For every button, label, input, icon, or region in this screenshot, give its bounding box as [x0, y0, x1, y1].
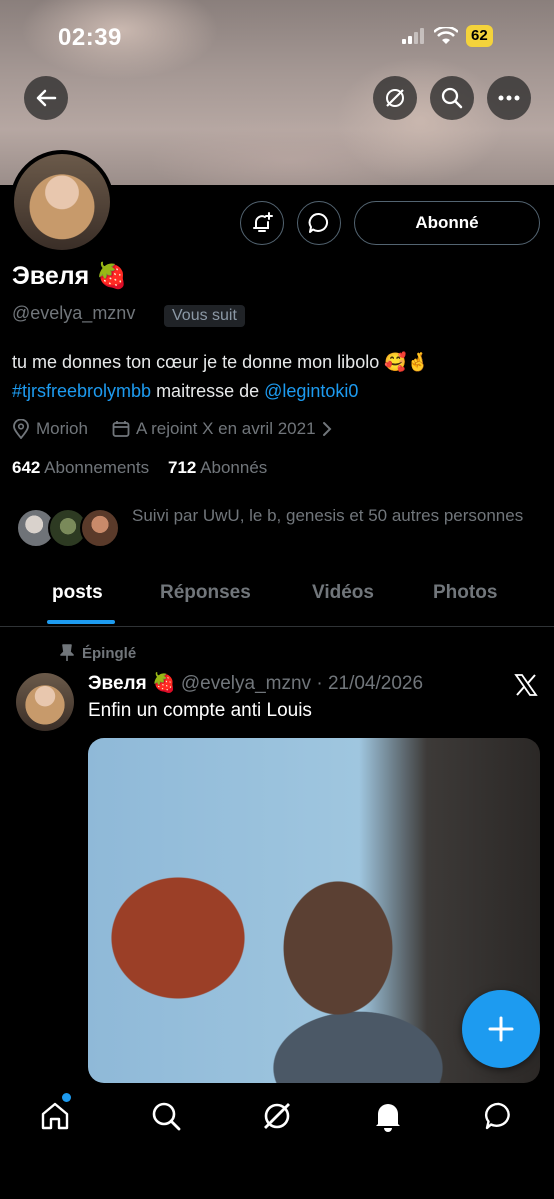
post-text: Enfin un compte anti Louis — [88, 700, 312, 721]
grok-button[interactable] — [373, 76, 417, 120]
following-label: Abonnements — [44, 458, 150, 477]
status-time: 02:39 — [58, 24, 122, 51]
compose-button[interactable] — [462, 990, 540, 1068]
following-count: 642 — [12, 458, 41, 477]
pin-icon — [60, 644, 74, 661]
following-stat[interactable]: 642 Abonnements — [12, 458, 149, 477]
profile-joined-date: A rejoint X en avril 2021 — [135, 419, 316, 438]
home-notification-dot — [62, 1093, 71, 1102]
followers-label: Abonnés — [200, 458, 268, 477]
tab-videos[interactable]: Vidéos — [312, 582, 374, 604]
bell-icon — [376, 1104, 400, 1132]
followers-stat[interactable]: 712 Abonnés — [168, 458, 267, 477]
tab-replies[interactable]: Réponses — [160, 582, 251, 604]
search-button[interactable] — [430, 76, 474, 120]
message-button[interactable] — [297, 201, 341, 245]
back-button[interactable] — [24, 76, 68, 120]
followers-count: 712 — [167, 458, 197, 477]
post-author-name[interactable]: Эвеля 🍓 — [88, 673, 176, 694]
plus-icon — [488, 1016, 514, 1042]
search-icon — [441, 87, 463, 109]
grok-icon — [264, 1103, 290, 1129]
calendar-icon — [112, 421, 130, 437]
x-logo-icon — [514, 674, 538, 696]
profile-location: Morioh — [36, 419, 88, 438]
profile-avatar[interactable] — [10, 150, 114, 254]
post-author-avatar[interactable] — [16, 673, 74, 731]
bio-text-middle: maitresse de — [151, 381, 265, 401]
nav-grok[interactable] — [260, 1099, 294, 1133]
location-pin-icon — [13, 419, 29, 439]
battery-indicator: 62 — [466, 25, 493, 47]
notifications-button[interactable] — [240, 201, 284, 245]
message-icon — [308, 212, 328, 233]
profile-handle: @evelya_mznv — [12, 303, 136, 323]
profile-name: Эвеля 🍓 — [12, 262, 128, 290]
tab-photos[interactable]: Photos — [433, 582, 497, 604]
chevron-right-icon[interactable] — [322, 421, 332, 437]
bell-plus-icon — [253, 212, 273, 232]
home-icon — [41, 1102, 69, 1130]
tabs-divider — [0, 626, 554, 627]
profile-stats: 642 Abonnements 712 Abonnés — [12, 458, 267, 478]
signal-icon — [402, 28, 424, 44]
pinned-label: Épinglé — [60, 644, 136, 662]
active-tab-indicator — [47, 620, 115, 624]
more-icon — [498, 95, 520, 101]
follows-you-badge: Vous suit — [164, 305, 245, 327]
post-header: Эвеля 🍓 @evelya_mznv · 21/04/2026 — [88, 671, 423, 695]
profile-bio: tu me donnes ton cœur je te donne mon li… — [12, 348, 542, 406]
bio-hashtag-link[interactable]: #tjrsfreebrolymbb — [12, 381, 151, 401]
following-button[interactable]: Abonné — [354, 201, 540, 245]
nav-messages[interactable] — [482, 1099, 516, 1133]
nav-search[interactable] — [149, 1099, 183, 1133]
more-button[interactable] — [487, 76, 531, 120]
message-icon — [484, 1102, 510, 1130]
wifi-icon — [434, 27, 458, 44]
post-handle-date: @evelya_mznv · 21/04/2026 — [180, 673, 424, 694]
followed-by-text[interactable]: Suivi par UwU, le b, genesis et 50 autre… — [132, 502, 532, 529]
search-icon — [152, 1102, 181, 1131]
bio-mention-link[interactable]: @legintoki0 — [264, 381, 358, 401]
arrow-left-icon — [36, 89, 57, 107]
follower-avatar — [80, 508, 120, 548]
bio-text: tu me donnes ton cœur je te donne mon li… — [12, 352, 430, 372]
grok-icon — [386, 89, 404, 107]
pinned-text: Épinglé — [82, 644, 137, 662]
profile-meta: Morioh A rejoint X en avril 2021 — [12, 419, 332, 439]
tab-posts[interactable]: posts — [52, 582, 103, 604]
nav-home[interactable] — [38, 1099, 72, 1133]
status-icons: 62 — [402, 25, 493, 47]
nav-notifications[interactable] — [371, 1099, 405, 1133]
